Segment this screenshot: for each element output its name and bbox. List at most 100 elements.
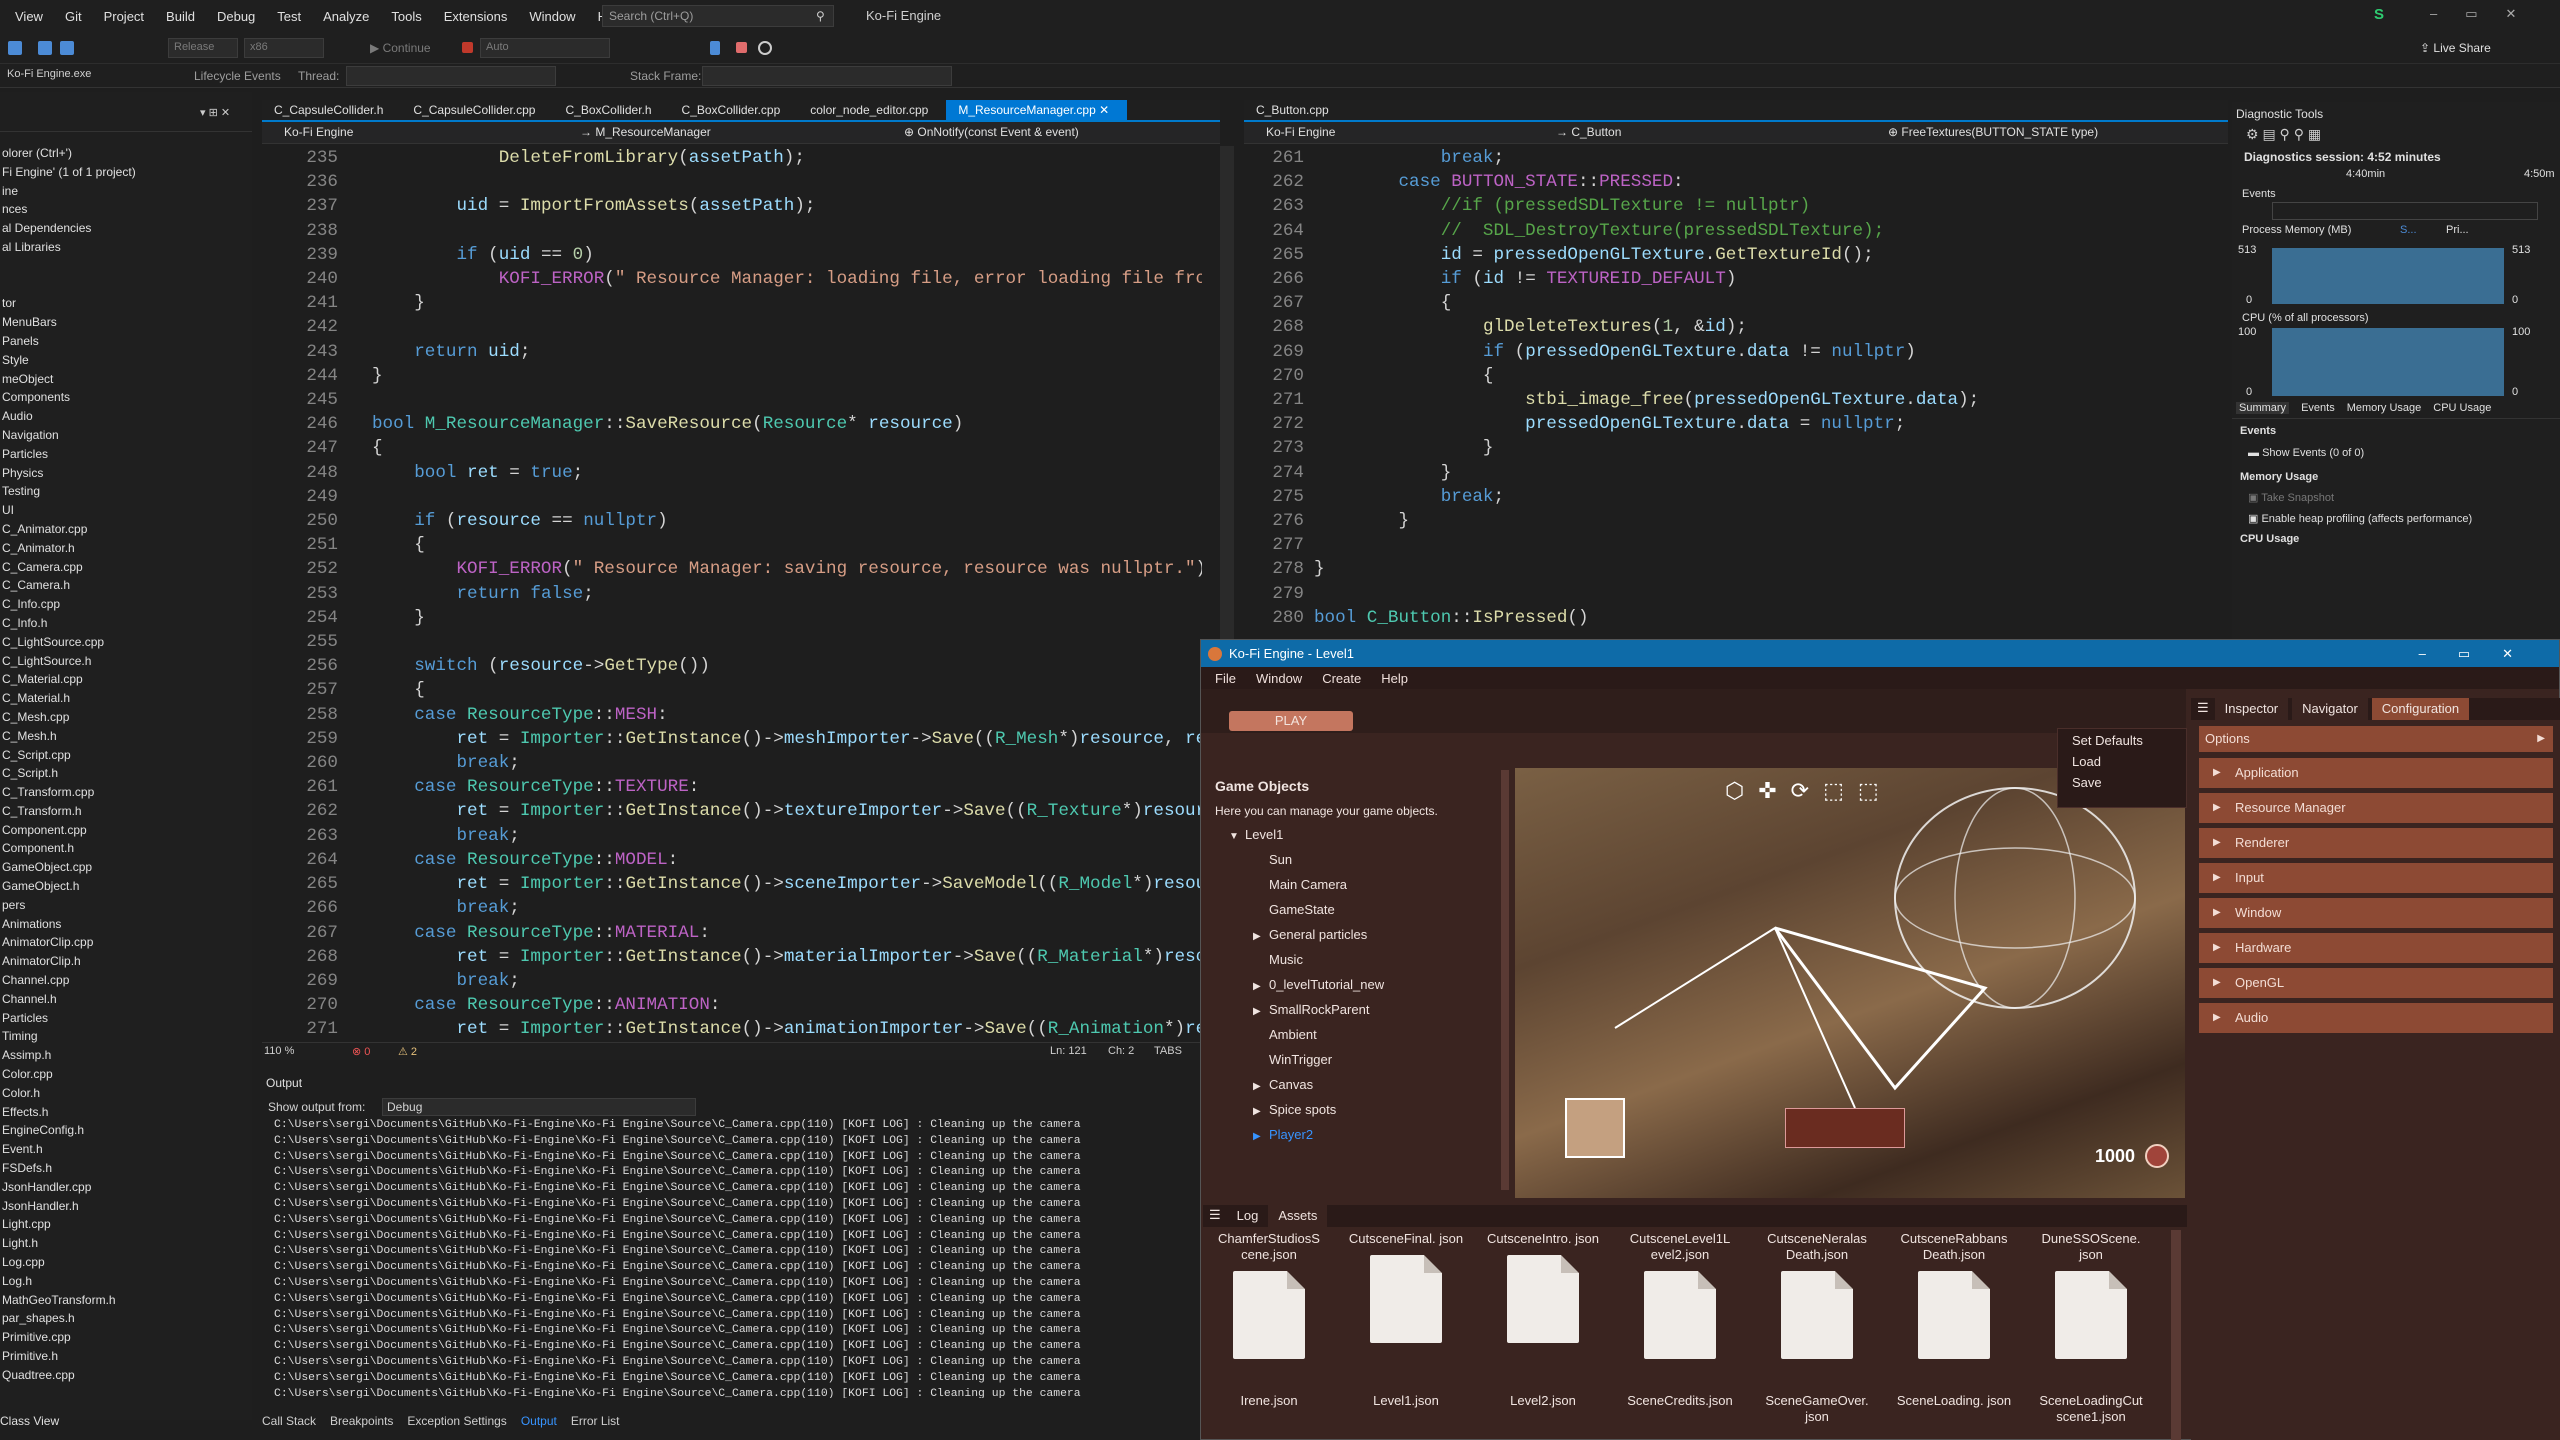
solution-item[interactable]: Color.cpp — [0, 1065, 252, 1084]
asset-item[interactable]: CutsceneLevel1L evel2.json — [1620, 1231, 1740, 1367]
config-section[interactable]: Input — [2199, 863, 2553, 893]
kofi-menu-create[interactable]: Create — [1312, 671, 1371, 686]
config-section[interactable]: OpenGL — [2199, 968, 2553, 998]
solution-item[interactable]: par_shapes.h — [0, 1309, 252, 1328]
nav-right-function[interactable]: ⊕ FreeTextures(BUTTON_STATE type) — [1888, 125, 2098, 139]
pause-icon[interactable] — [710, 41, 720, 55]
solution-item[interactable]: C_Material.h — [0, 689, 252, 708]
tab-box-collider-h[interactable]: C_BoxCollider.h — [553, 100, 669, 120]
solution-item[interactable]: Fi Engine' (1 of 1 project) — [0, 163, 252, 182]
solution-item[interactable]: C_LightSource.cpp — [0, 633, 252, 652]
expand-arrow-icon[interactable]: ▶ — [1253, 974, 1269, 999]
solution-item[interactable]: C_Camera.h — [0, 576, 252, 595]
expand-arrow-icon[interactable]: ▶ — [1253, 1099, 1269, 1124]
config-section[interactable]: Window — [2199, 898, 2553, 928]
solution-item[interactable]: Log.h — [0, 1272, 252, 1291]
config-dropdown[interactable]: Release — [168, 38, 238, 58]
save-all-icon[interactable] — [60, 41, 74, 55]
nav-right-project[interactable]: Ko-Fi Engine — [1266, 125, 1335, 139]
heap-profiling-checkbox[interactable]: ▣ Enable heap profiling (affects perform… — [2232, 508, 2560, 529]
kofi-window-controls[interactable]: –▭✕ — [2419, 646, 2545, 662]
tab-configuration[interactable]: Configuration — [2371, 698, 2470, 720]
assets-scrollbar[interactable] — [2171, 1230, 2181, 1440]
nav-class-dropdown[interactable]: → M_ResourceManager — [580, 125, 711, 139]
solution-item[interactable]: olorer (Ctrl+') — [0, 144, 252, 163]
asset-item[interactable]: Level1.json — [1346, 1393, 1466, 1409]
stack-frame-dropdown[interactable] — [702, 66, 952, 86]
tab-inspector[interactable]: Inspector — [2214, 698, 2289, 720]
game-object-item[interactable]: ▶ Canvas — [1229, 1072, 1501, 1097]
live-share-button[interactable]: ⇪ Live Share — [2420, 41, 2491, 55]
nav-project-dropdown[interactable]: Ko-Fi Engine — [284, 125, 353, 139]
output-source-dropdown[interactable]: Debug — [382, 1098, 696, 1116]
expand-arrow-icon[interactable]: ▶ — [1253, 1074, 1269, 1099]
solution-item[interactable]: C_Animator.h — [0, 539, 252, 558]
solution-item[interactable]: Light.h — [0, 1234, 252, 1253]
take-snapshot-button[interactable]: ▣ Take Snapshot — [2232, 487, 2560, 508]
solution-item[interactable]: Timing — [0, 1027, 252, 1046]
auto-dropdown[interactable]: Auto — [480, 38, 610, 58]
diag-memory-chart[interactable]: 513 0 513 0 — [2232, 242, 2560, 308]
game-object-item[interactable]: Sun — [1229, 847, 1501, 872]
game-object-item[interactable]: Music — [1229, 947, 1501, 972]
game-object-item[interactable]: Ambient — [1229, 1022, 1501, 1047]
solution-item[interactable]: Component.h — [0, 839, 252, 858]
game-object-item[interactable]: ▼ Level1 — [1229, 822, 1501, 847]
unit-portrait[interactable] — [1565, 1098, 1625, 1158]
expand-arrow-icon[interactable]: ▶ — [1253, 924, 1269, 949]
search-icon[interactable]: ⚲ — [816, 9, 825, 23]
show-events-button[interactable]: ▬ Show Events (0 of 0) — [2232, 443, 2560, 463]
popup-set-defaults[interactable]: Set Defaults — [2058, 729, 2186, 752]
lifecycle-events-button[interactable]: Lifecycle Events — [194, 69, 281, 83]
solution-item[interactable]: Testing — [0, 482, 252, 501]
solution-item[interactable]: tor — [0, 294, 252, 313]
solution-item[interactable]: pers — [0, 896, 252, 915]
solution-item[interactable]: C_Info.cpp — [0, 595, 252, 614]
expand-arrow-icon[interactable]: ▶ — [1253, 1124, 1269, 1149]
asset-item[interactable]: Level2.json — [1483, 1393, 1603, 1409]
solution-item[interactable]: JsonHandler.h — [0, 1197, 252, 1216]
config-menu-icon[interactable]: ☰ — [2191, 698, 2215, 720]
asset-item[interactable]: Irene.json — [1209, 1393, 1329, 1409]
popup-load[interactable]: Load — [2058, 752, 2186, 771]
solution-item[interactable]: JsonHandler.cpp — [0, 1178, 252, 1197]
solution-item[interactable]: nces — [0, 200, 252, 219]
game-object-item[interactable]: GameState — [1229, 897, 1501, 922]
asset-item[interactable]: SceneGameOver. json — [1757, 1393, 1877, 1425]
menu-debug[interactable]: Debug — [206, 9, 266, 24]
config-section[interactable]: Hardware — [2199, 933, 2553, 963]
solution-item[interactable]: al Libraries — [0, 238, 252, 257]
tab-navigator[interactable]: Navigator — [2292, 698, 2368, 720]
diag-tab-events[interactable]: Events — [2301, 402, 2335, 414]
user-avatar[interactable]: S — [2374, 6, 2394, 26]
solution-item[interactable]: Style — [0, 351, 252, 370]
tab-call-stack[interactable]: Call Stack — [262, 1414, 316, 1428]
menu-extensions[interactable]: Extensions — [433, 9, 519, 24]
config-section[interactable]: Resource Manager — [2199, 793, 2553, 823]
solution-item[interactable]: Components — [0, 388, 252, 407]
solution-item[interactable]: C_Mesh.cpp — [0, 708, 252, 727]
platform-dropdown[interactable]: x86 — [244, 38, 324, 58]
menu-view[interactable]: View — [4, 9, 54, 24]
popup-save[interactable]: Save — [2058, 771, 2186, 794]
solution-item[interactable]: Particles — [0, 1009, 252, 1028]
solution-item[interactable]: C_Script.h — [0, 764, 252, 783]
asset-item[interactable]: SceneLoadingCut scene1.json — [2031, 1393, 2151, 1425]
diag-tab-cpu[interactable]: CPU Usage — [2433, 402, 2491, 414]
asset-item[interactable]: SceneCredits.json — [1620, 1393, 1740, 1409]
solution-item[interactable]: C_Info.h — [0, 614, 252, 633]
solution-item[interactable]: meObject — [0, 370, 252, 389]
solution-item[interactable]: Light.cpp — [0, 1215, 252, 1234]
kofi-menu-help[interactable]: Help — [1371, 671, 1418, 686]
asset-item[interactable]: CutsceneIntro. json — [1483, 1231, 1603, 1351]
menu-tools[interactable]: Tools — [380, 9, 432, 24]
solution-item[interactable]: al Dependencies — [0, 219, 252, 238]
tab-capsule-collider-h[interactable]: C_CapsuleCollider.h — [262, 100, 401, 120]
play-button[interactable]: PLAY — [1229, 711, 1353, 731]
scene-viewport[interactable]: ⬡✜⟳⬚⬚ 1000 — [1515, 768, 2185, 1198]
solution-item[interactable]: C_Script.cpp — [0, 746, 252, 765]
tab-error-list[interactable]: Error List — [571, 1414, 620, 1428]
game-object-item[interactable]: ▶ Spice spots — [1229, 1097, 1501, 1122]
code-left[interactable]: 235 236 237 238 239 240 241 242 243 244 … — [262, 146, 1202, 1042]
solution-item[interactable]: Primitive.h — [0, 1347, 252, 1366]
